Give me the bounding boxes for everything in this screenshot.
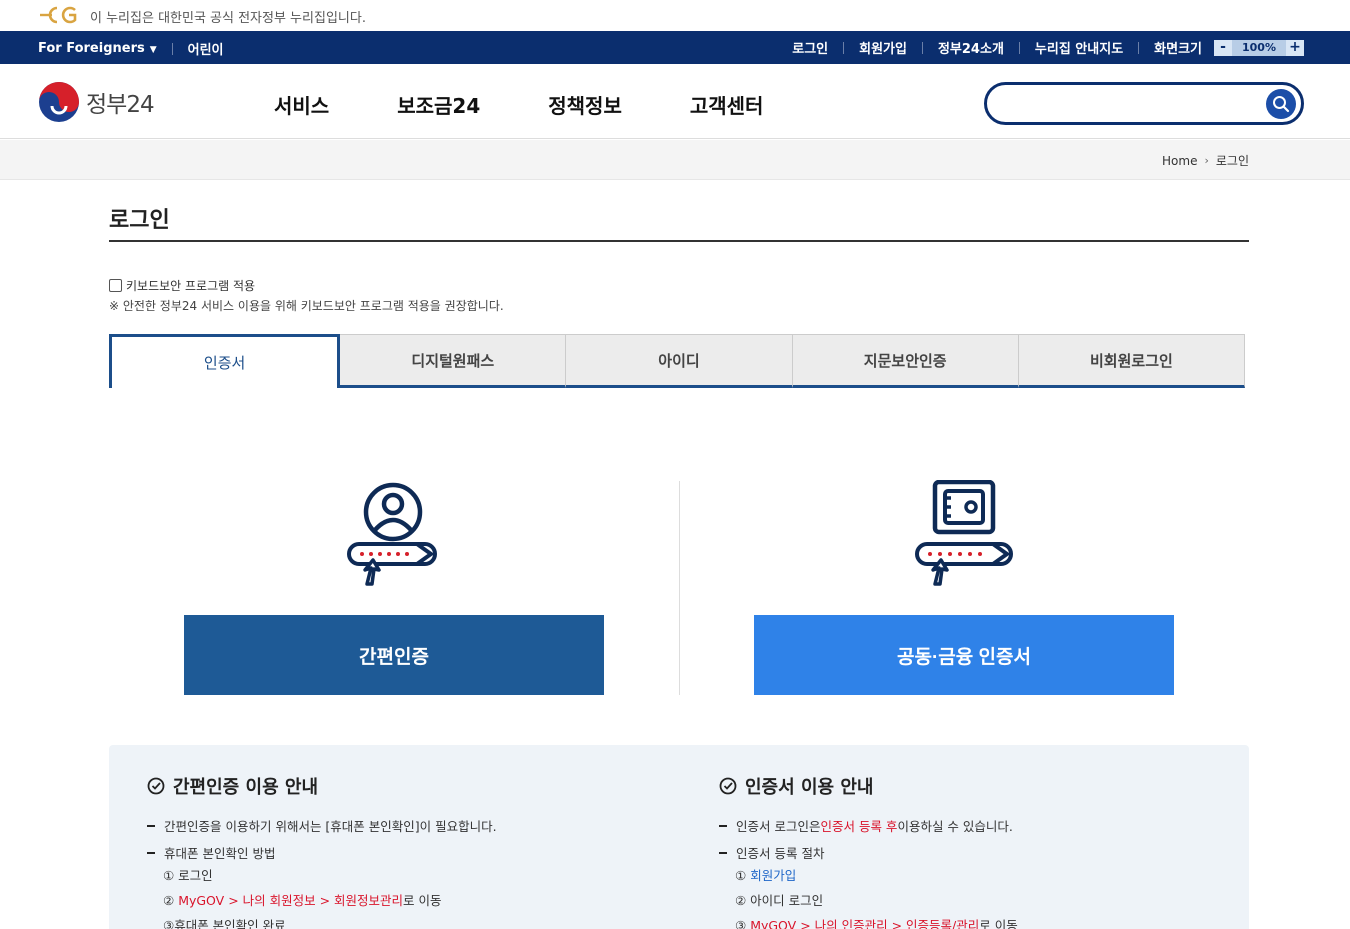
logo-text: 정부24 [86,92,155,118]
join-guide-link[interactable]: 회원가입 [750,868,796,883]
list-item: ① 로그인 [163,868,213,883]
tab-digital-onepass[interactable]: 디지털원패스 [340,334,567,388]
search-icon [1273,96,1290,113]
keyboard-security-label: 키보드보안 프로그램 적용 [126,279,256,293]
egov-logo-icon [40,6,77,24]
taegeuk-logo-icon [39,82,79,122]
keyboard-security-option[interactable]: 키보드보안 프로그램 적용 [109,277,255,294]
check-circle-icon [719,777,737,795]
zoom-out-button[interactable]: - [1214,39,1232,56]
breadcrumb-home[interactable]: Home [1162,154,1197,168]
nav-item-services[interactable]: 서비스 [274,90,329,119]
list-item: ② 아이디 로그인 [735,893,824,908]
tab-guest-login[interactable]: 비회원로그인 [1018,334,1246,388]
sitemap-link[interactable]: 누리집 안내지도 [1035,38,1123,57]
list-item: 인증서 로그인은 인증서 등록 후 이용하실 수 있습니다. [719,816,1013,835]
page-title: 로그인 [109,208,170,233]
utility-bar: For Foreigners ▼ 어린이 로그인 회원가입 정부24소개 누리집 … [0,31,1350,64]
mygov-cert-manage-link[interactable]: MyGOV > 나의 인증관리 > 인증등록/관리 [750,918,979,929]
kids-link[interactable]: 어린이 [188,39,224,58]
main-nav: 서비스 보조금24 정책정보 고객센터 [274,90,831,119]
breadcrumb: Home › 로그인 [1162,152,1249,169]
list-item: ① 회원가입 [735,868,797,883]
screen-size-label: 화면크기 [1154,42,1202,57]
simple-auth-guide-title: 간편인증 이용 안내 [147,773,318,799]
tab-certificate[interactable]: 인증서 [109,334,341,388]
about-link[interactable]: 정부24소개 [938,38,1004,57]
nav-item-policy[interactable]: 정책정보 [548,90,622,119]
keyboard-security-note: ※ 안전한 정부24 서비스 이용을 위해 키보드보안 프로그램 적용을 권장합… [109,299,504,313]
zoom-value: 100% [1232,39,1286,56]
breadcrumb-current: 로그인 [1215,154,1249,168]
search-button[interactable] [1266,89,1296,119]
search-input[interactable] [1001,93,1261,115]
official-notice-text: 이 누리집은 대한민국 공식 전자정부 누리집입니다. [90,11,366,26]
site-logo[interactable]: 정부24 [38,81,155,123]
certificate-guide-title: 인증서 이용 안내 [719,773,873,799]
list-item: ③휴대폰 본인확인 완료 [163,918,286,929]
simple-auth-person-icon [347,482,437,586]
tab-id[interactable]: 아이디 [566,334,793,388]
login-link[interactable]: 로그인 [792,38,828,57]
title-divider [109,240,1249,242]
for-foreigners-link[interactable]: For Foreigners ▼ [38,41,157,56]
usage-guide-box: 간편인증 이용 안내 간편인증을 이용하기 위해서는 [휴대폰 본인확인]이 필… [109,745,1249,929]
chevron-right-icon: › [1204,154,1209,167]
joint-financial-cert-button[interactable]: 공동·금융 인증서 [754,615,1174,695]
list-item: ② MyGOV > 나의 회원정보 > 회원정보관리로 이동 [163,893,442,908]
login-method-tabs: 인증서 디지털원패스 아이디 지문보안인증 비회원로그인 [109,334,1246,388]
check-circle-icon [147,777,165,795]
options-divider [679,481,680,695]
tab-fingerprint[interactable]: 지문보안인증 [792,334,1019,388]
official-notice-bar: 이 누리집은 대한민국 공식 전자정부 누리집입니다. [0,0,1350,31]
nav-item-support[interactable]: 고객센터 [690,90,764,119]
simple-auth-button[interactable]: 간편인증 [184,615,604,695]
certificate-safe-icon [915,480,1013,586]
keyboard-security-checkbox[interactable] [109,279,122,292]
breadcrumb-bar: Home › 로그인 [0,140,1350,180]
join-link[interactable]: 회원가입 [859,38,907,57]
list-item: 간편인증을 이용하기 위해서는 [휴대폰 본인확인]이 필요합니다. [147,816,497,835]
search-box [984,82,1304,125]
zoom-in-button[interactable]: + [1286,39,1304,56]
site-header: 정부24 서비스 보조금24 정책정보 고객센터 [0,64,1350,139]
nav-item-subsidy[interactable]: 보조금24 [397,90,480,119]
list-item: 인증서 등록 절차 [719,843,824,862]
zoom-control: - 100% + [1214,39,1304,56]
list-item: 휴대폰 본인확인 방법 [147,843,275,862]
caret-down-icon: ▼ [149,45,157,55]
list-item: ③ MyGOV > 나의 인증관리 > 인증등록/관리로 이동 [735,915,1018,929]
mygov-member-info-link[interactable]: MyGOV > 나의 회원정보 > 회원정보관리 [178,893,403,908]
